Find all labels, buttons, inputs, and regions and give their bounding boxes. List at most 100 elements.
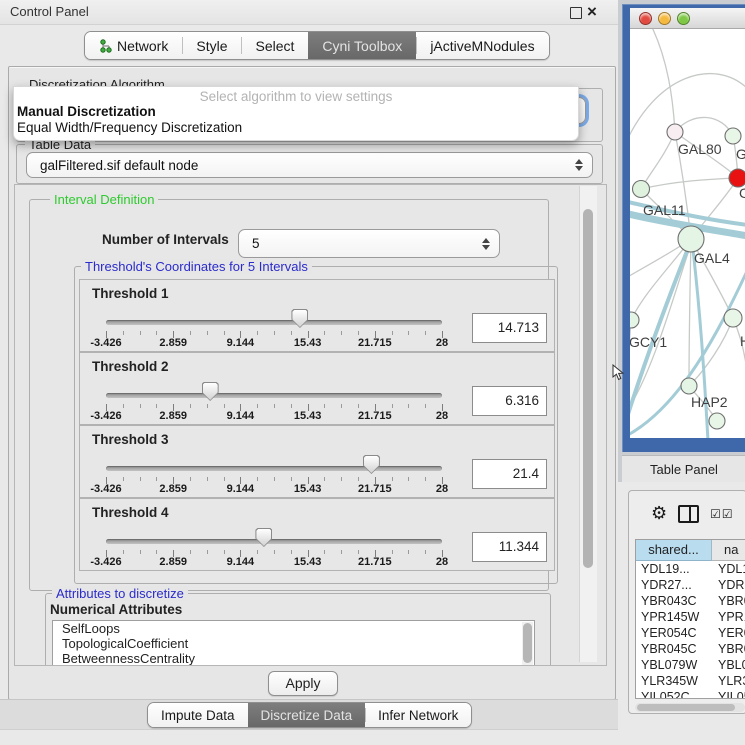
table-cell[interactable]: YBR045C — [712, 641, 745, 657]
checkbox-icon[interactable]: ☑☑ — [710, 507, 734, 521]
threshold-slider-thumb[interactable] — [255, 528, 272, 547]
table-cell[interactable]: YER054C — [712, 625, 745, 641]
table-row[interactable]: YBR043CYBR043C — [636, 593, 745, 609]
table-cell[interactable]: YBL079W — [712, 657, 745, 673]
table-row[interactable]: YPR145WYPR145W — [636, 609, 745, 625]
threshold-slider-track[interactable] — [106, 539, 442, 544]
table-cell[interactable]: YPR145W — [636, 609, 712, 625]
threshold-value-field[interactable]: 21.4 — [472, 459, 547, 489]
network-canvas[interactable]: GAL80GACGAL11GAL4GCY1HHAP2 — [630, 29, 745, 438]
table-cell[interactable]: YDL19... — [636, 561, 712, 577]
table-row[interactable]: YDL19...YDL19... — [636, 561, 745, 577]
threshold-value-field[interactable]: 6.316 — [472, 386, 547, 416]
network-node[interactable] — [633, 181, 650, 198]
table-cell[interactable]: YBL079W — [636, 657, 712, 673]
slider-tick-labels: -3.4262.8599.14415.4321.71528 — [106, 556, 442, 568]
tab-network[interactable]: Network — [85, 32, 182, 59]
threshold-slider-thumb[interactable] — [202, 382, 219, 401]
table-cell[interactable]: YPR145W — [712, 609, 745, 625]
table-cell[interactable]: YDR27... — [636, 577, 712, 593]
network-node[interactable] — [630, 312, 639, 328]
table-cell[interactable]: YLR345W — [712, 673, 745, 689]
close-traffic-light[interactable] — [639, 12, 652, 25]
table-row[interactable]: YIL052CYIL052C — [636, 689, 745, 699]
threshold-slider-thumb[interactable] — [291, 309, 308, 328]
attributes-scrollbar[interactable] — [522, 622, 533, 666]
network-edge[interactable] — [631, 239, 691, 320]
algorithm-dropdown-popup: Select algorithm to view settings Manual… — [13, 86, 579, 141]
network-node[interactable] — [678, 226, 704, 252]
network-node[interactable] — [725, 128, 741, 144]
dropdown-placeholder-option[interactable]: Select algorithm to view settings — [14, 87, 578, 104]
tab-label: Select — [255, 38, 294, 54]
number-of-intervals-combobox[interactable]: 5 — [238, 229, 500, 258]
bottom-tab-infer-network[interactable]: Infer Network — [365, 703, 471, 727]
dropdown-option[interactable]: Equal Width/Frequency Discretization — [14, 120, 578, 136]
threshold-slider-track[interactable] — [106, 320, 442, 325]
slider-tick-labels: -3.4262.8599.14415.4321.71528 — [106, 410, 442, 422]
float-icon[interactable] — [570, 7, 582, 19]
attribute-list-item[interactable]: SelfLoops — [53, 621, 534, 636]
network-node[interactable] — [681, 378, 697, 394]
columns-icon[interactable] — [678, 505, 699, 523]
attribute-list-item[interactable]: BetweennessCentrality — [53, 651, 534, 666]
table-row[interactable]: YLR345WYLR345W — [636, 673, 745, 689]
table-cell[interactable]: YBR045C — [636, 641, 712, 657]
table-horizontal-scrollbar — [635, 703, 745, 712]
table-row[interactable]: YDR27...YDR27... — [636, 577, 745, 593]
network-edge[interactable] — [689, 318, 733, 386]
table-data-value: galFiltered.sif default node — [27, 158, 575, 173]
table-column-header[interactable]: shared... — [636, 540, 712, 561]
table-cell[interactable]: YLR345W — [636, 673, 712, 689]
threshold-label: Threshold 2 — [92, 359, 169, 374]
table-cell[interactable]: YBR043C — [712, 593, 745, 609]
table-row[interactable]: YBR045CYBR045C — [636, 641, 745, 657]
network-node[interactable] — [709, 413, 725, 429]
table-row[interactable]: YBL079WYBL079W — [636, 657, 745, 673]
threshold-slider-thumb[interactable] — [363, 455, 380, 474]
close-icon[interactable]: × — [587, 2, 597, 22]
gear-icon[interactable]: ⚙ — [651, 505, 667, 523]
slider-tick-label: -3.426 — [90, 556, 121, 568]
network-node-label: GAL4 — [694, 250, 730, 266]
threshold-value-field[interactable]: 14.713 — [472, 313, 547, 343]
apply-button[interactable]: Apply — [268, 671, 338, 696]
network-edge[interactable] — [650, 29, 675, 132]
table-row[interactable]: YER054CYER054C — [636, 625, 745, 641]
viewport-scrollbar-thumb[interactable] — [583, 209, 593, 568]
network-node[interactable] — [724, 309, 742, 327]
table-cell[interactable]: YIL052C — [712, 689, 745, 699]
threshold-slider-track[interactable] — [106, 393, 442, 398]
table-data-combobox[interactable]: galFiltered.sif default node — [26, 152, 593, 178]
threshold-slider-track[interactable] — [106, 466, 442, 471]
node-table: shared...na YDL19...YDL19...YDR27...YDR2… — [635, 539, 745, 699]
threshold-value-field[interactable]: 11.344 — [472, 532, 547, 562]
table-cell[interactable]: YER054C — [636, 625, 712, 641]
tab-cyni-toolbox[interactable]: Cyni Toolbox — [308, 32, 416, 59]
tab-select[interactable]: Select — [241, 32, 308, 59]
attribute-list-item[interactable]: TopologicalCoefficient — [53, 636, 534, 651]
table-cell[interactable]: YIL052C — [636, 689, 712, 699]
table-cell[interactable]: YDL19... — [712, 561, 745, 577]
table-panel-body: ⚙ ☑☑ shared...na YDL19...YDL19...YDR27..… — [628, 490, 745, 714]
minimize-traffic-light[interactable] — [658, 12, 671, 25]
network-edge[interactable] — [641, 132, 675, 189]
bottom-tab-discretize-data[interactable]: Discretize Data — [248, 703, 366, 727]
zoom-traffic-light[interactable] — [677, 12, 690, 25]
slider-tick-label: 2.859 — [159, 483, 187, 495]
table-column-header[interactable]: na — [712, 540, 745, 561]
tab-jactivemnodules[interactable]: jActiveMNodules — [416, 32, 548, 59]
table-cell[interactable]: YDR27... — [712, 577, 745, 593]
network-edge[interactable] — [689, 239, 691, 386]
table-hscrollbar-thumb[interactable] — [637, 704, 735, 711]
network-edge[interactable] — [675, 117, 733, 136]
network-node[interactable] — [667, 124, 683, 140]
tab-style[interactable]: Style — [182, 32, 241, 59]
network-window-titlebar[interactable] — [630, 8, 745, 29]
table-cell[interactable]: YBR043C — [636, 593, 712, 609]
slider-tick-label: 21.715 — [358, 556, 392, 568]
viewport-scrollbar — [579, 186, 597, 662]
bottom-tab-impute-data[interactable]: Impute Data — [148, 703, 248, 727]
network-edge[interactable] — [641, 178, 738, 189]
dropdown-option[interactable]: Manual Discretization — [14, 104, 578, 120]
